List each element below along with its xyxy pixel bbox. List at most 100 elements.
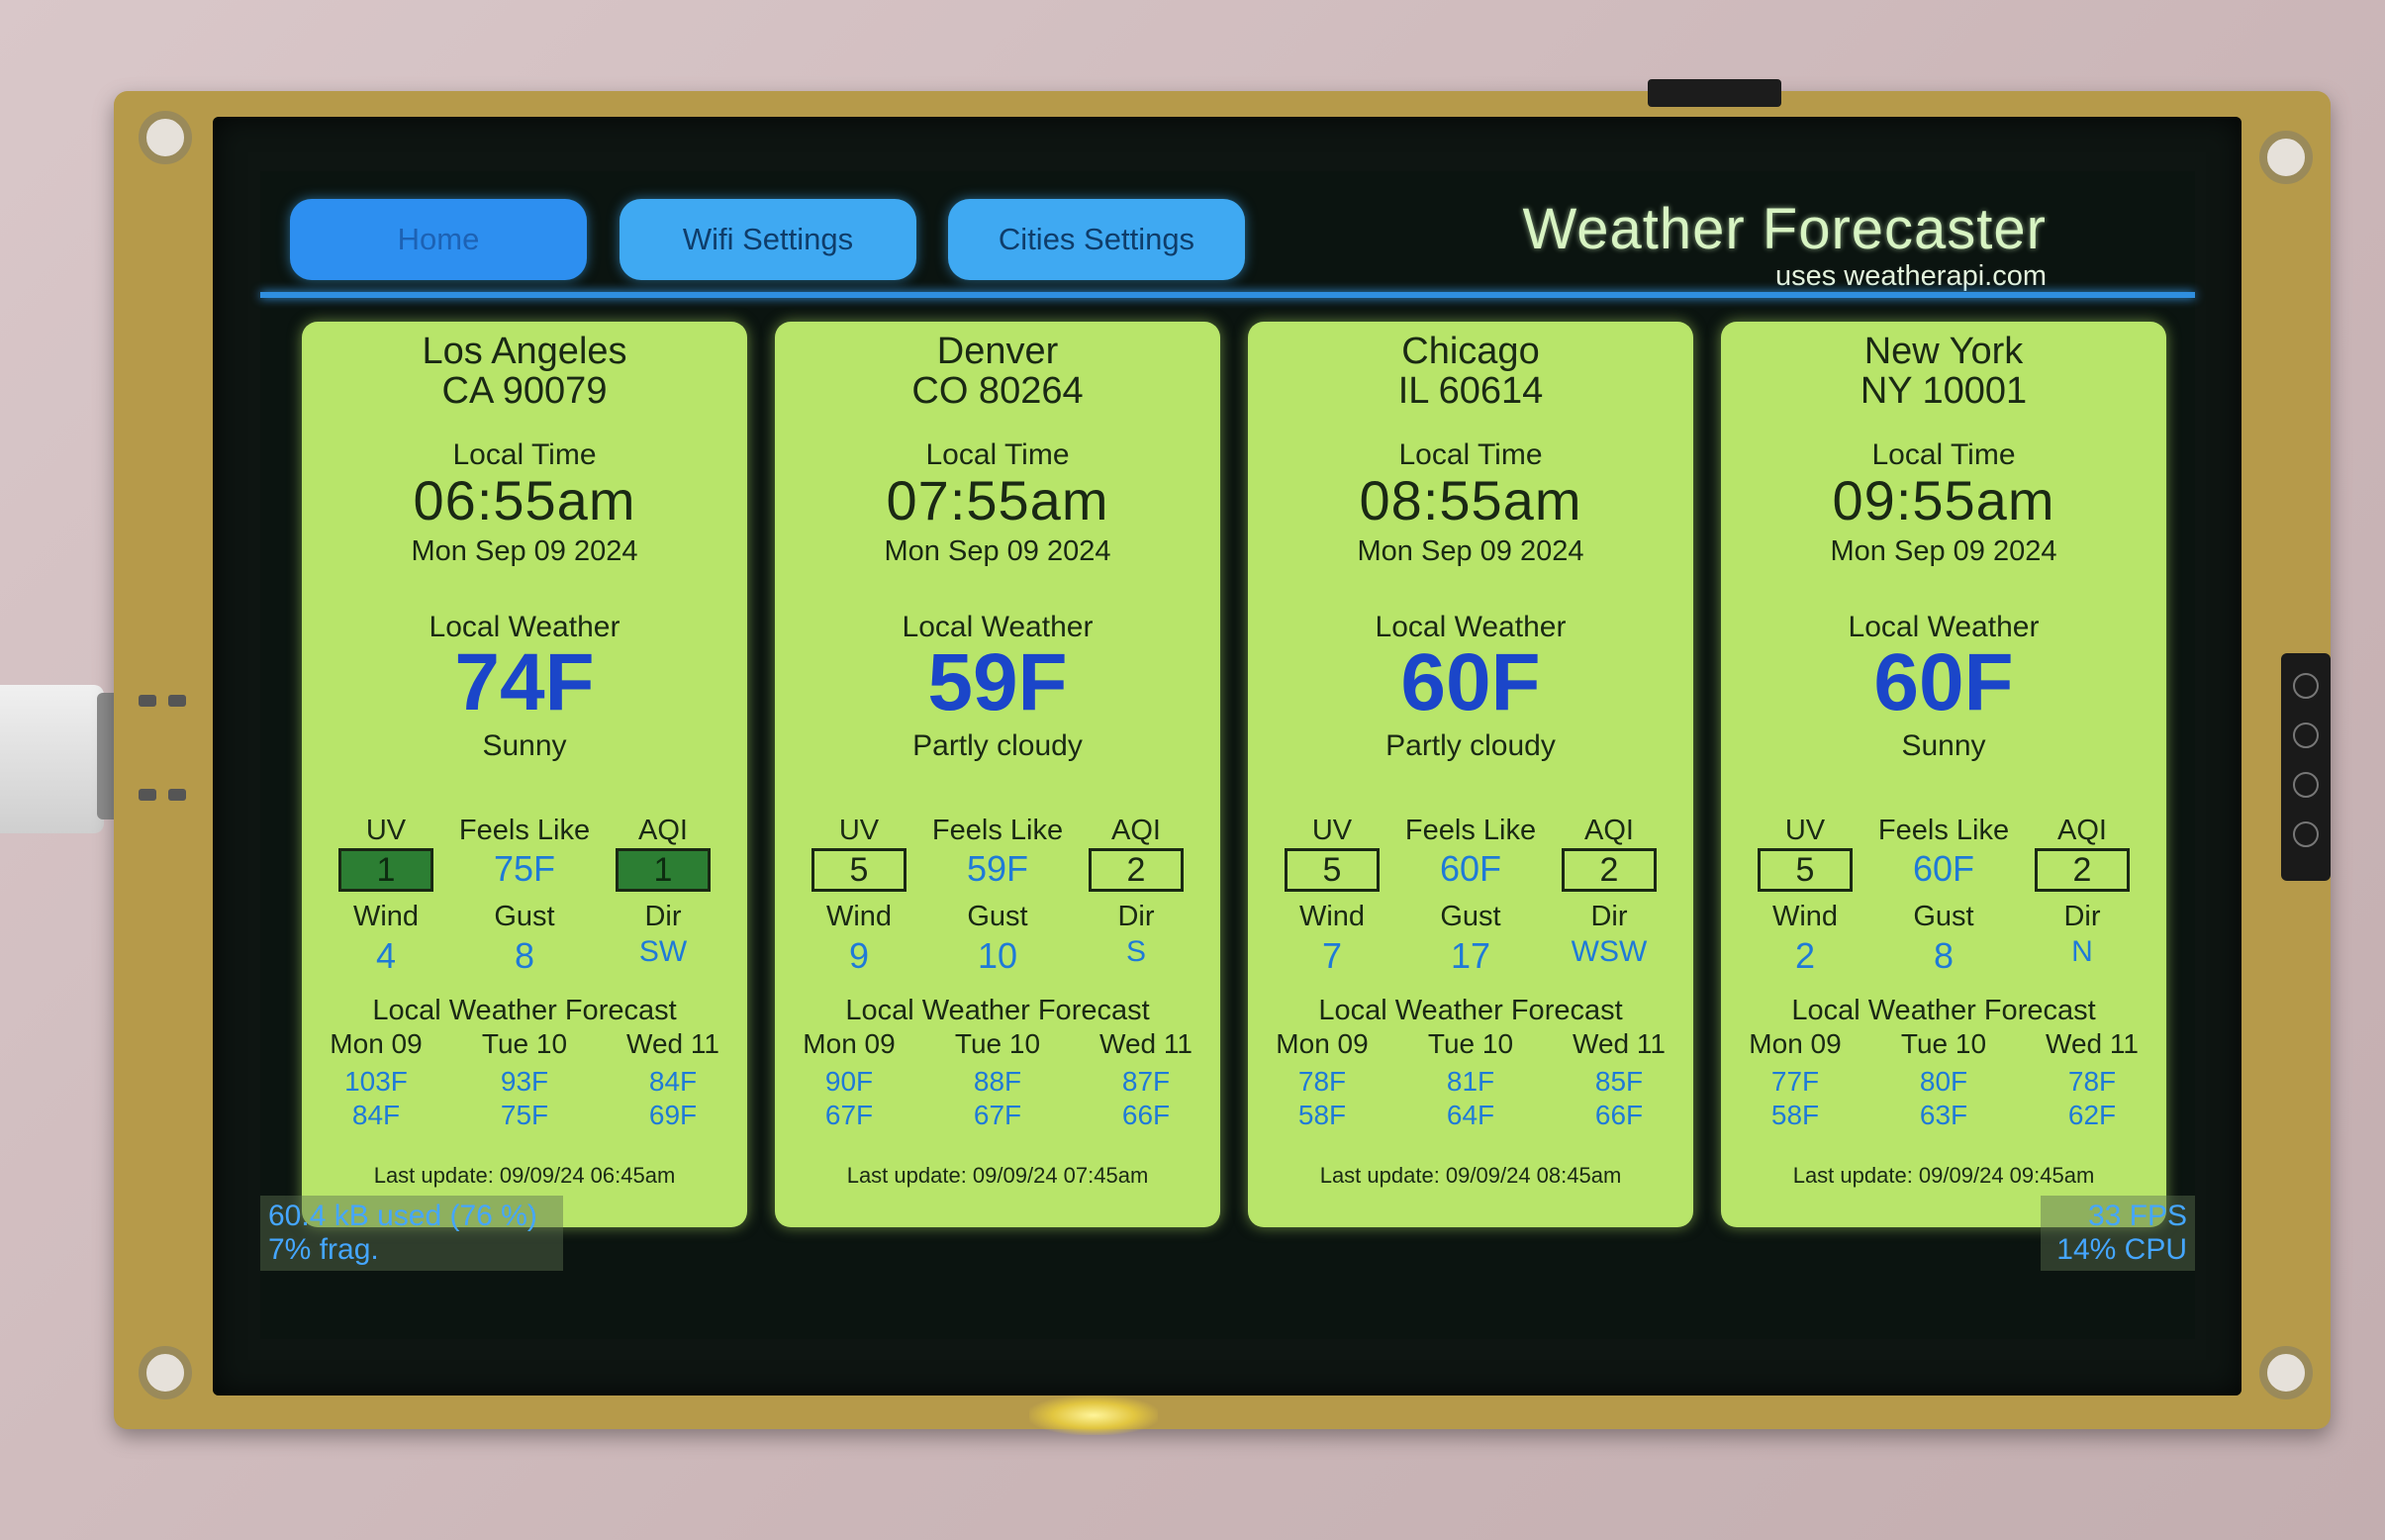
dir-label: Dir [1590, 901, 1628, 932]
dir-label: Dir [2063, 901, 2101, 932]
fps-readout: 33 FPS [2087, 1200, 2187, 1232]
forecast-high: 77F [1770, 1066, 1820, 1097]
dir-value: SW [638, 935, 688, 968]
forecast-day: Mon 09 [330, 1028, 423, 1059]
feels-like-label: Feels Like [1877, 815, 2010, 846]
side-button[interactable] [2293, 722, 2319, 748]
header-divider [260, 292, 2195, 298]
forecast-day: Wed 11 [1573, 1028, 1666, 1059]
board-pin [168, 695, 186, 707]
last-update: Last update: 09/09/24 06:45am [373, 1163, 676, 1188]
mounting-hole [2259, 131, 2313, 184]
forecast-low: 62F [2067, 1100, 2117, 1130]
local-date: Mon Sep 09 2024 [884, 535, 1111, 567]
forecast-day: Wed 11 [1099, 1028, 1192, 1059]
gust-label: Gust [1440, 901, 1501, 932]
forecast-low: 84F [351, 1100, 401, 1130]
local-date: Mon Sep 09 2024 [1357, 535, 1584, 567]
forecast-high: 85F [1594, 1066, 1644, 1097]
feels-like-label: Feels Like [931, 815, 1064, 846]
wind-value: 4 [375, 935, 397, 976]
gust-label: Gust [1913, 901, 1974, 932]
weather-condition: Sunny [482, 729, 567, 762]
mounting-hole [139, 111, 192, 164]
feels-like-value: 59F [966, 848, 1029, 889]
dir-label: Dir [644, 901, 682, 932]
uv-value: 5 [811, 848, 906, 892]
local-time: 09:55am [1832, 469, 2055, 531]
side-button[interactable] [2293, 821, 2319, 847]
forecast-low: 58F [1770, 1100, 1820, 1130]
forecast-low: 69F [648, 1100, 698, 1130]
forecast-day: Tue 10 [954, 1028, 1041, 1059]
uv-value: 5 [1285, 848, 1380, 892]
wifi-settings-button[interactable]: Wifi Settings [620, 199, 916, 280]
forecast-day: Wed 11 [2046, 1028, 2139, 1059]
side-buttons [2281, 653, 2331, 881]
city-zip: CO 80264 [911, 370, 1084, 412]
local-time: 06:55am [413, 469, 636, 531]
weather-condition: Partly cloudy [912, 729, 1083, 762]
aqi-label: AQI [638, 815, 688, 846]
forecast-low: 67F [824, 1100, 874, 1130]
status-led [1029, 1396, 1158, 1435]
cities-settings-label: Cities Settings [998, 222, 1195, 256]
forecast-high: 81F [1446, 1066, 1495, 1097]
city-card-chicago: Chicago IL 60614 Local Time 08:55am Mon … [1248, 322, 1693, 1227]
forecast-day: Tue 10 [1427, 1028, 1514, 1059]
last-update: Last update: 09/09/24 08:45am [1319, 1163, 1622, 1188]
side-button[interactable] [2293, 772, 2319, 798]
local-time: 07:55am [886, 469, 1109, 531]
forecast-label: Local Weather Forecast [1791, 995, 2096, 1026]
wind-label: Wind [825, 901, 893, 932]
board-pin [139, 789, 156, 801]
aqi-value: 1 [616, 848, 711, 892]
home-button[interactable]: Home [290, 199, 587, 280]
current-temperature: 59F [927, 637, 1068, 727]
performance-monitor: 33 FPS 14% CPU [2041, 1196, 2195, 1271]
cities-settings-button[interactable]: Cities Settings [948, 199, 1245, 280]
wind-label: Wind [352, 901, 420, 932]
uv-label: UV [1784, 815, 1826, 846]
forecast-day: Wed 11 [626, 1028, 719, 1059]
city-card-los-angeles: Los Angeles CA 90079 Local Time 06:55am … [302, 322, 747, 1227]
forecast-label: Local Weather Forecast [845, 995, 1150, 1026]
aqi-label: AQI [2057, 815, 2107, 846]
mounting-hole [2259, 1346, 2313, 1399]
feels-like-label: Feels Like [1404, 815, 1537, 846]
aqi-value: 2 [1089, 848, 1184, 892]
forecast-high: 103F [344, 1066, 408, 1097]
local-date: Mon Sep 09 2024 [1830, 535, 2057, 567]
uv-value: 1 [338, 848, 433, 892]
city-zip: IL 60614 [1397, 370, 1544, 412]
forecast-label: Local Weather Forecast [372, 995, 677, 1026]
forecast-high: 78F [1297, 1066, 1347, 1097]
local-time-label: Local Time [1398, 438, 1543, 471]
forecast-low: 75F [500, 1100, 549, 1130]
side-button[interactable] [2293, 673, 2319, 699]
forecast-day: Mon 09 [1276, 1028, 1369, 1059]
city-name: Chicago [1401, 331, 1540, 372]
city-name: Los Angeles [422, 331, 627, 372]
forecast-high: 84F [648, 1066, 698, 1097]
dir-label: Dir [1117, 901, 1155, 932]
current-temperature: 60F [1873, 637, 2014, 727]
uv-label: UV [838, 815, 880, 846]
dir-value: N [2071, 935, 2093, 968]
board-pin [168, 789, 186, 801]
forecast-day: Tue 10 [1900, 1028, 1987, 1059]
feels-like-label: Feels Like [458, 815, 591, 846]
gust-value: 8 [514, 935, 535, 976]
forecast-day: Mon 09 [803, 1028, 896, 1059]
lcd-screen: Home Wifi Settings Cities Settings Weath… [213, 117, 2242, 1396]
feels-like-value: 75F [493, 848, 556, 889]
aqi-label: AQI [1584, 815, 1634, 846]
local-time-label: Local Time [925, 438, 1070, 471]
wind-label: Wind [1298, 901, 1366, 932]
gust-value: 10 [977, 935, 1018, 976]
feels-like-value: 60F [1912, 848, 1975, 889]
dir-value: S [1125, 935, 1146, 968]
wind-value: 9 [848, 935, 870, 976]
forecast-day: Tue 10 [481, 1028, 568, 1059]
forecast-high: 88F [973, 1066, 1022, 1097]
